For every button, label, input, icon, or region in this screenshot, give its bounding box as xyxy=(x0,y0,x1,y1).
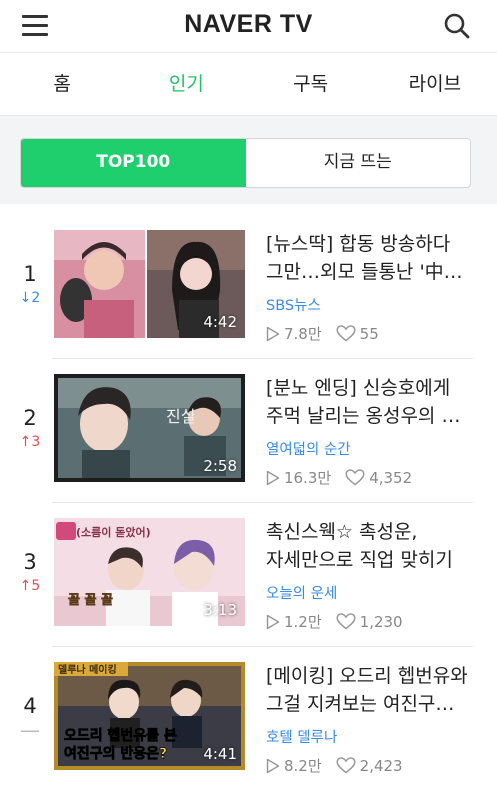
video-thumbnail[interactable]: 4:42 xyxy=(54,230,245,338)
video-ranking-list: 1 ↓2 4:42 [뉴스딱] 합동 방송하다 그만…외모 들통난 '中… SB… xyxy=(0,204,497,790)
view-count: 1.2만 xyxy=(284,613,322,631)
trending-now-button[interactable]: 지금 뜨는 xyxy=(246,139,471,187)
rank-number: 1 xyxy=(23,262,37,286)
video-thumbnail[interactable]: (소름이 돋았어) 꼴 꼴 꼴 3:13 xyxy=(54,518,245,626)
heart-icon xyxy=(336,325,356,342)
naver-tv-logo[interactable]: NAVER TV xyxy=(0,10,497,39)
video-title[interactable]: 촉신스웩☆ 촉성운, 자세만으로 직업 맞히기 성… xyxy=(266,518,473,574)
channel-name[interactable]: 오늘의 운세 xyxy=(266,582,473,603)
play-icon xyxy=(266,614,280,629)
main-tabs: 홈 인기 구독 라이브 xyxy=(0,53,497,116)
top100-button[interactable]: TOP100 xyxy=(21,139,246,187)
thumbnail-caption-2: 여진구의 반응은? xyxy=(64,745,167,762)
view-count: 8.2만 xyxy=(284,757,322,775)
heart-icon xyxy=(345,469,365,486)
list-item[interactable]: 3 ↑5 (소름이 돋았어) 꼴 꼴 꼴 3:13 촉신스웩☆ 촉성운, 자세만… xyxy=(0,502,497,646)
heart-icon xyxy=(336,613,356,630)
thumbnail-caption: 진실 xyxy=(166,407,195,426)
rank-change-up: ↑3 xyxy=(19,434,41,450)
ranking-segment-control: TOP100 지금 뜨는 xyxy=(20,138,471,188)
play-icon xyxy=(266,758,280,773)
video-thumbnail[interactable]: 진실 2:58 xyxy=(54,374,245,482)
rank-change-down: ↓2 xyxy=(19,290,41,306)
thumbnail-caption-2: 꼴 꼴 꼴 xyxy=(68,593,113,608)
rank-number: 4 xyxy=(23,694,37,718)
like-count: 1,230 xyxy=(359,612,403,631)
like-count: 55 xyxy=(359,324,379,343)
rank-number: 2 xyxy=(23,406,37,430)
play-icon xyxy=(266,326,280,341)
app-header: NAVER TV xyxy=(0,0,497,53)
video-stats: 8.2만 2,423 xyxy=(266,755,473,776)
channel-name[interactable]: 열여덟의 순간 xyxy=(266,438,473,459)
rank-change-up: ↑5 xyxy=(19,578,41,594)
thumbnail-caption: 오드리 헵번유를 본 xyxy=(64,728,177,744)
video-duration: 4:41 xyxy=(203,745,237,763)
list-item[interactable]: 1 ↓2 4:42 [뉴스딱] 합동 방송하다 그만…외모 들통난 '中… SB… xyxy=(0,214,497,358)
video-title[interactable]: [분노 엔딩] 신승호에게 주먹 날리는 옹성우의 … xyxy=(266,374,473,430)
thumbnail-caption: (소름이 돋았어) xyxy=(76,525,151,539)
tab-home[interactable]: 홈 xyxy=(0,53,124,115)
video-stats: 1.2만 1,230 xyxy=(266,611,473,632)
video-info: [분노 엔딩] 신승호에게 주먹 날리는 옹성우의 … 열여덟의 순간 16.3… xyxy=(266,374,473,488)
segment-area: TOP100 지금 뜨는 xyxy=(0,116,497,204)
list-item[interactable]: 2 ↑3 진실 2:58 [분노 엔딩] 신승호에게 주먹 날리는 옹성우의 …… xyxy=(0,358,497,502)
like-count: 2,423 xyxy=(359,756,403,775)
like-count: 4,352 xyxy=(369,468,413,487)
video-stats: 16.3만 4,352 xyxy=(266,467,473,488)
tab-popular[interactable]: 인기 xyxy=(124,53,248,115)
rank-change-none: — xyxy=(20,718,40,742)
video-info: [메이킹] 오드리 헵번유와 그걸 지켜보는 여진구… 호텔 델루나 8.2만 … xyxy=(266,662,473,776)
rank-number: 3 xyxy=(23,550,37,574)
video-duration: 2:58 xyxy=(203,457,237,475)
play-icon xyxy=(266,470,280,485)
tab-live[interactable]: 라이브 xyxy=(373,53,497,115)
video-title[interactable]: [메이킹] 오드리 헵번유와 그걸 지켜보는 여진구… xyxy=(266,662,473,718)
thumbnail-tag: 델루나 메이킹 xyxy=(58,663,117,676)
video-stats: 7.8만 55 xyxy=(266,323,473,344)
heart-icon xyxy=(336,757,356,774)
view-count: 16.3만 xyxy=(284,469,332,487)
view-count: 7.8만 xyxy=(284,325,322,343)
tab-subscriptions[interactable]: 구독 xyxy=(249,53,373,115)
channel-name[interactable]: SBS뉴스 xyxy=(266,294,473,315)
video-thumbnail[interactable]: 델루나 메이킹 오드리 헵번유를 본 여진구의 반응은? 4:41 xyxy=(54,662,245,770)
video-info: 촉신스웩☆ 촉성운, 자세만으로 직업 맞히기 성… 오늘의 운세 1.2만 1… xyxy=(266,518,473,632)
search-icon[interactable] xyxy=(443,12,471,40)
video-duration: 4:42 xyxy=(203,313,237,331)
video-info: [뉴스딱] 합동 방송하다 그만…외모 들통난 '中… SBS뉴스 7.8만 5… xyxy=(266,230,473,344)
video-duration: 3:13 xyxy=(203,601,237,619)
channel-name[interactable]: 호텔 델루나 xyxy=(266,726,473,747)
video-title[interactable]: [뉴스딱] 합동 방송하다 그만…외모 들통난 '中… xyxy=(266,230,473,286)
list-item[interactable]: 4 — 델루나 메이킹 오드리 헵번유를 본 여진구의 반응은? 4:41 [메… xyxy=(0,646,497,790)
